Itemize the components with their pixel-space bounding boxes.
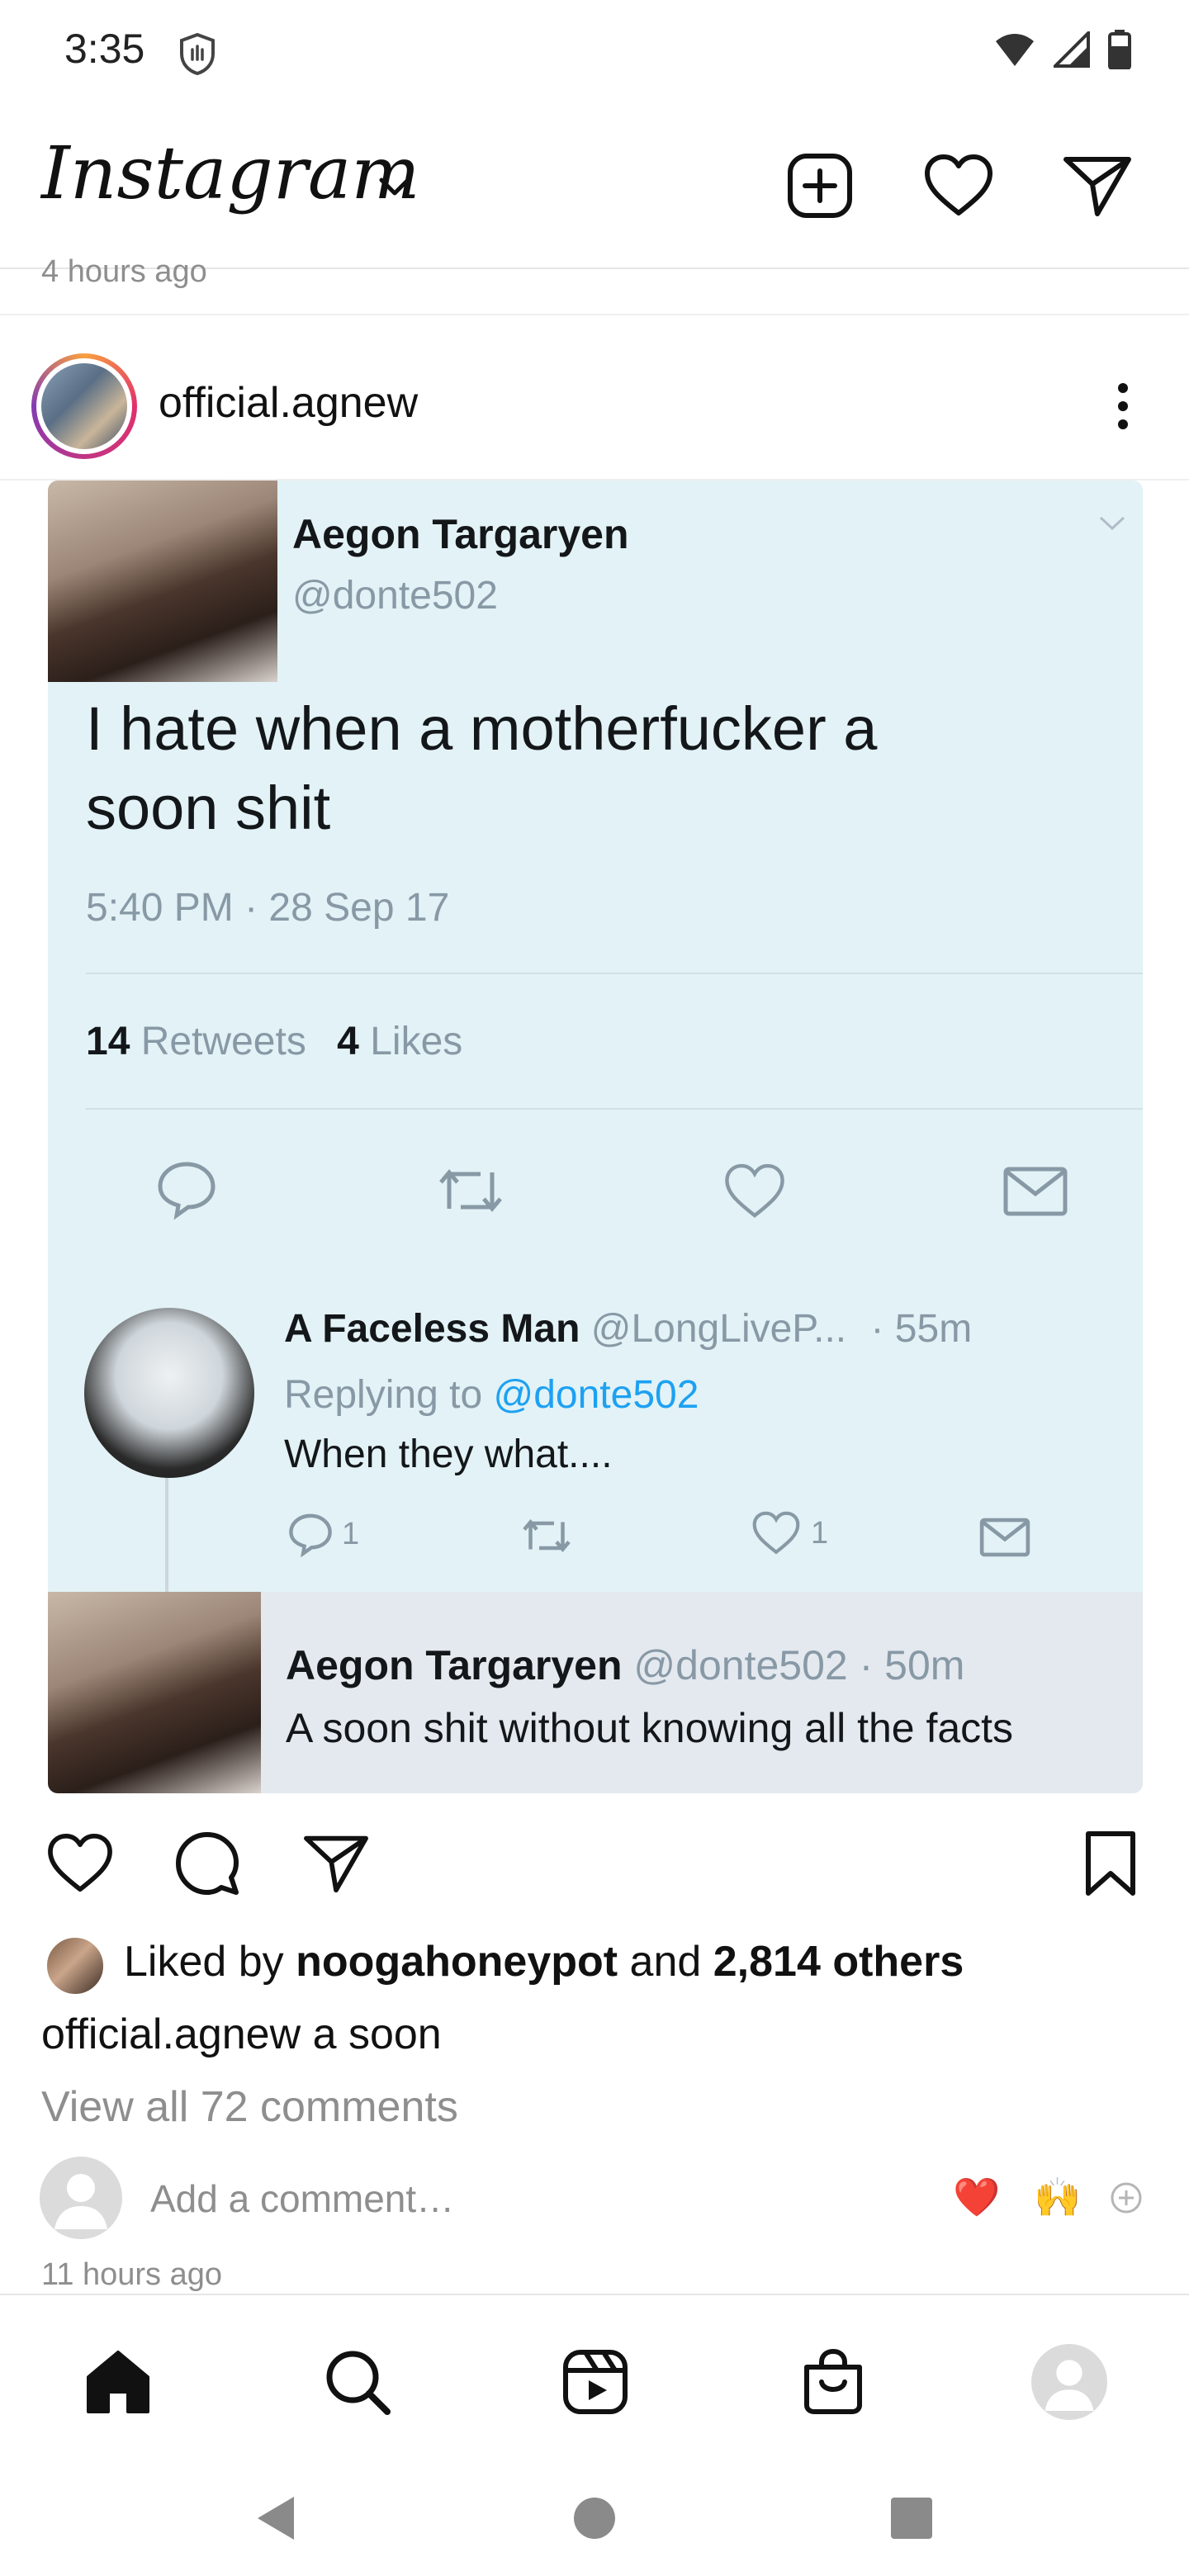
plus-square-icon (788, 154, 852, 218)
status-time: 3:35 (64, 26, 145, 72)
previous-post-time: 4 hours ago (41, 254, 207, 289)
reply2-text: A soon shit without knowing all the fact… (286, 1705, 1014, 1751)
reply1-text: When they what.... (284, 1432, 613, 1476)
shield-hand-icon (177, 31, 218, 80)
quick-emoji-raised-hands[interactable]: 🙌 (1034, 2175, 1081, 2220)
tweet-author-name: Aegon Targaryen (292, 511, 629, 557)
more-options-icon[interactable] (1106, 381, 1139, 431)
reply2-author-photo (48, 1592, 261, 1793)
add-emoji-icon[interactable] (1110, 2181, 1143, 2218)
tweet-retweet-icon (436, 1164, 505, 1221)
status-icons (994, 30, 1131, 69)
bookmark-icon (1086, 1831, 1135, 1896)
instagram-logo[interactable]: Instagram (41, 130, 420, 215)
reply1-retweet-icon (520, 1516, 573, 1560)
tweet-like-icon (723, 1163, 786, 1224)
caption-username[interactable]: official.agnew (41, 2010, 301, 2058)
signal-icon (1054, 31, 1090, 68)
wifi-icon (996, 34, 1034, 66)
tweet-timestamp: 5:40 PM · 28 Sep 17 (86, 886, 450, 930)
tweet-text-line1: I hate when a motherfucker a (86, 694, 878, 763)
thread-line (165, 1478, 168, 1598)
add-comment-input[interactable]: Add a comment… (150, 2176, 454, 2221)
bottom-navigation (0, 2294, 1189, 2576)
comment-icon (176, 1832, 239, 1895)
battery-icon (1108, 30, 1131, 69)
reply1-reply-count: 1 (287, 1511, 359, 1557)
tweet-author-handle: @donte502 (292, 574, 498, 618)
recents-square-icon (891, 2498, 932, 2539)
reply2-header: Aegon Targaryen @donte502 · 50m (286, 1642, 965, 1688)
chevron-down-icon[interactable] (377, 175, 413, 202)
post-author-avatar[interactable] (31, 353, 137, 459)
reply1-like-count: 1 (751, 1511, 828, 1556)
tweet-text-line2: soon shit (86, 774, 331, 842)
reply1-replying-to: Replying to @donte502 (284, 1373, 699, 1417)
current-user-avatar (40, 2157, 122, 2239)
tweet-divider-2 (86, 1108, 1143, 1110)
send-icon (1063, 157, 1131, 216)
tweet-stats: 14 Retweets 4 Likes (86, 1020, 463, 1063)
post-caption: official.agnew a soon (41, 2010, 442, 2058)
quick-emoji-heart[interactable]: ❤️ (953, 2175, 1000, 2220)
search-icon (326, 2351, 391, 2415)
create-post-button[interactable] (783, 149, 857, 223)
shopping-bag-icon (804, 2348, 862, 2414)
tweet-chevron-icon (1098, 515, 1126, 536)
send-icon (304, 1835, 368, 1893)
heart-icon (925, 154, 992, 215)
home-circle-icon (574, 2498, 615, 2539)
system-home-button[interactable] (553, 2477, 636, 2559)
share-button[interactable] (299, 1826, 373, 1901)
post-image[interactable]: Aegon Targaryen @donte502 I hate when a … (48, 481, 1143, 1793)
search-tab[interactable] (312, 2337, 403, 2427)
back-triangle-icon (258, 2497, 294, 2540)
comment-button[interactable] (170, 1826, 244, 1901)
profile-tab[interactable] (1024, 2337, 1115, 2427)
direct-messages-button[interactable] (1060, 149, 1135, 223)
post-author-username[interactable]: official.agnew (159, 378, 418, 428)
view-all-comments-link[interactable]: View all 72 comments (41, 2082, 458, 2132)
activity-button[interactable] (921, 149, 996, 223)
shop-tab[interactable] (788, 2337, 879, 2427)
reels-icon (563, 2350, 628, 2414)
reply1-dm-icon (979, 1518, 1030, 1561)
tweet-dm-icon (1002, 1166, 1068, 1221)
post-time: 11 hours ago (41, 2257, 223, 2292)
system-back-button[interactable] (234, 2477, 317, 2559)
system-recents-button[interactable] (870, 2477, 953, 2559)
reply1-avatar (84, 1308, 254, 1478)
reels-tab[interactable] (550, 2337, 641, 2427)
liker-avatar[interactable] (45, 1935, 106, 1996)
like-button[interactable] (43, 1826, 117, 1901)
home-icon (87, 2351, 149, 2413)
home-tab[interactable] (73, 2337, 163, 2427)
heart-icon (48, 1833, 112, 1892)
tweet-author-photo (48, 481, 277, 682)
save-button[interactable] (1073, 1826, 1148, 1901)
reply1-header: A Faceless Man @LongLiveP... · 55m (284, 1307, 973, 1351)
profile-avatar (1031, 2344, 1107, 2420)
post-divider (0, 314, 1189, 315)
tweet-reply-icon (155, 1158, 218, 1224)
tweet-divider (86, 973, 1143, 974)
likes-summary[interactable]: Liked by noogahoneypot and 2,814 others (124, 1937, 964, 1986)
